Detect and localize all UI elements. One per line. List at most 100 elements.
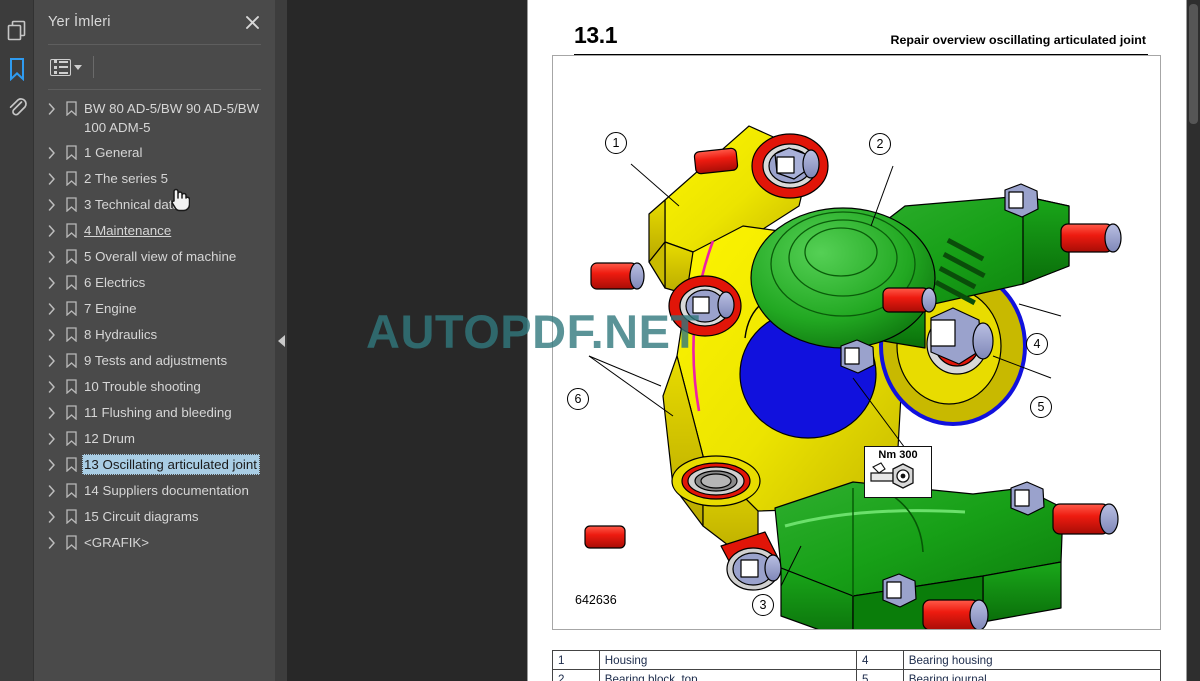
- bookmarks-toolbar: [34, 45, 275, 89]
- torque-wrench-icon: [870, 462, 914, 489]
- bookmark-item[interactable]: 15 Circuit diagrams: [34, 504, 275, 530]
- pages-thumbnail-icon: [7, 20, 27, 42]
- callout-3: 3: [752, 594, 774, 616]
- torque-spec-box: Nm 300: [864, 446, 932, 498]
- bookmark-item[interactable]: 5 Overall view of machine: [34, 244, 275, 270]
- bookmark-label: 3 Technical data: [84, 197, 180, 212]
- expand-chevron-icon[interactable]: [44, 98, 60, 115]
- bookmark-icon: [60, 350, 82, 368]
- bookmark-label: 5 Overall view of machine: [84, 249, 237, 264]
- list-options-button[interactable]: [48, 57, 84, 78]
- expand-chevron-icon[interactable]: [44, 480, 60, 497]
- callout-2: 2: [869, 133, 891, 155]
- bookmark-label: BW 80 AD-5/BW 90 AD-5/BW 100 ADM-5: [84, 101, 260, 135]
- expand-chevron-icon[interactable]: [44, 168, 60, 185]
- bookmark-icon: [60, 532, 82, 550]
- expand-chevron-icon[interactable]: [44, 298, 60, 315]
- bookmark-icon: [60, 454, 82, 472]
- pdf-page: 13.1 Repair overview oscillating articul…: [527, 0, 1187, 681]
- bookmark-item[interactable]: <GRAFIK>: [34, 530, 275, 556]
- bookmark-item[interactable]: 8 Hydraulics: [34, 322, 275, 348]
- expand-chevron-icon[interactable]: [44, 194, 60, 211]
- pdf-viewer: 13.1 Repair overview oscillating articul…: [287, 0, 1200, 681]
- bookmark-item[interactable]: 9 Tests and adjustments: [34, 348, 275, 374]
- close-panel-button[interactable]: [241, 11, 263, 33]
- expand-chevron-icon[interactable]: [44, 272, 60, 289]
- expand-chevron-icon[interactable]: [44, 220, 60, 237]
- thumbnails-panel-button[interactable]: [2, 12, 32, 50]
- bookmark-label: 4 Maintenance: [84, 223, 172, 238]
- bookmarks-panel-button[interactable]: [2, 50, 32, 88]
- page-header: 13.1 Repair overview oscillating articul…: [550, 14, 1172, 57]
- expand-chevron-icon[interactable]: [44, 350, 60, 367]
- vertical-scrollbar[interactable]: [1187, 0, 1200, 681]
- panel-collapse-handle[interactable]: [275, 0, 287, 681]
- bookmark-label: 6 Electrics: [84, 275, 146, 290]
- torque-value: Nm 300: [878, 449, 918, 461]
- table-cell-no-right: 4: [855, 650, 904, 670]
- expand-chevron-icon[interactable]: [44, 376, 60, 393]
- bookmark-item[interactable]: 10 Trouble shooting: [34, 374, 275, 400]
- callout-1: 1: [605, 132, 627, 154]
- bookmark-icon: [60, 376, 82, 394]
- bookmark-item[interactable]: 4 Maintenance: [34, 218, 275, 244]
- expand-chevron-icon[interactable]: [44, 506, 60, 523]
- bookmark-icon: [60, 98, 82, 116]
- bookmark-label: 9 Tests and adjustments: [84, 353, 228, 368]
- section-title: Repair overview oscillating articulated …: [890, 33, 1146, 47]
- bookmark-item[interactable]: 11 Flushing and bleeding: [34, 400, 275, 426]
- bookmark-icon: [60, 428, 82, 446]
- bookmarks-panel-title: Yer İmleri: [48, 14, 111, 30]
- technical-illustration: 1 2 3 4 5 6 Nm 300 642636: [552, 55, 1161, 630]
- toolbar-separator: [93, 56, 94, 78]
- bookmark-icon: [60, 246, 82, 264]
- bookmark-item[interactable]: 6 Electrics: [34, 270, 275, 296]
- bookmark-label: <GRAFIK>: [84, 535, 150, 550]
- callout-6: 6: [567, 388, 589, 410]
- bookmark-icon: [60, 272, 82, 290]
- table-cell-name-right: Bearing journal: [902, 669, 1162, 681]
- bookmark-item[interactable]: 1 General: [34, 140, 275, 166]
- bookmark-icon: [60, 194, 82, 212]
- table-cell-name-left: Bearing block, top: [598, 669, 857, 681]
- section-number: 13.1: [574, 22, 618, 48]
- table-cell-no-left: 2: [552, 669, 600, 681]
- bookmark-icon: [60, 324, 82, 342]
- bookmark-label: 1 General: [84, 145, 143, 160]
- expand-chevron-icon[interactable]: [44, 532, 60, 549]
- expand-chevron-icon[interactable]: [44, 324, 60, 341]
- bookmark-label: 10 Trouble shooting: [84, 379, 201, 394]
- expand-chevron-icon[interactable]: [44, 246, 60, 263]
- bookmark-item[interactable]: 7 Engine: [34, 296, 275, 322]
- bookmarks-panel-header: Yer İmleri: [34, 0, 275, 44]
- bookmark-item[interactable]: 14 Suppliers documentation: [34, 478, 275, 504]
- exploded-view-drawing: [584, 125, 1122, 629]
- bookmark-label: 11 Flushing and bleeding: [84, 405, 232, 420]
- bookmark-label: 8 Hydraulics: [84, 327, 158, 342]
- table-cell-name-left: Housing: [598, 650, 857, 670]
- expand-chevron-icon[interactable]: [44, 454, 60, 471]
- table-row: 2 Bearing block, top 5 Bearing journal: [552, 669, 1162, 681]
- expand-chevron-icon[interactable]: [44, 428, 60, 445]
- bookmark-label: 15 Circuit diagrams: [84, 509, 199, 524]
- attachments-panel-button[interactable]: [2, 88, 32, 126]
- list-options-icon: [50, 58, 71, 76]
- bookmark-icon: [60, 506, 82, 524]
- figure-id: 642636: [575, 593, 617, 607]
- scrollbar-thumb[interactable]: [1189, 4, 1198, 124]
- table-cell-name-right: Bearing housing: [902, 650, 1162, 670]
- bookmark-item[interactable]: 13 Oscillating articulated joint: [34, 452, 275, 478]
- table-cell-no-left: 1: [552, 650, 600, 670]
- bookmark-label: 14 Suppliers documentation: [84, 483, 249, 498]
- close-icon: [245, 15, 259, 29]
- table-cell-no-right: 5: [855, 669, 904, 681]
- expand-chevron-icon[interactable]: [44, 142, 60, 159]
- bookmark-icon: [60, 168, 82, 186]
- bookmark-item[interactable]: 12 Drum: [34, 426, 275, 452]
- bookmark-item[interactable]: 3 Technical data: [34, 192, 275, 218]
- bookmark-label: 13 Oscillating articulated joint: [82, 454, 260, 475]
- bookmark-item[interactable]: BW 80 AD-5/BW 90 AD-5/BW 100 ADM-5: [34, 96, 275, 140]
- expand-chevron-icon[interactable]: [44, 402, 60, 419]
- bookmark-item[interactable]: 2 The series 5: [34, 166, 275, 192]
- bookmark-icon: [8, 57, 26, 81]
